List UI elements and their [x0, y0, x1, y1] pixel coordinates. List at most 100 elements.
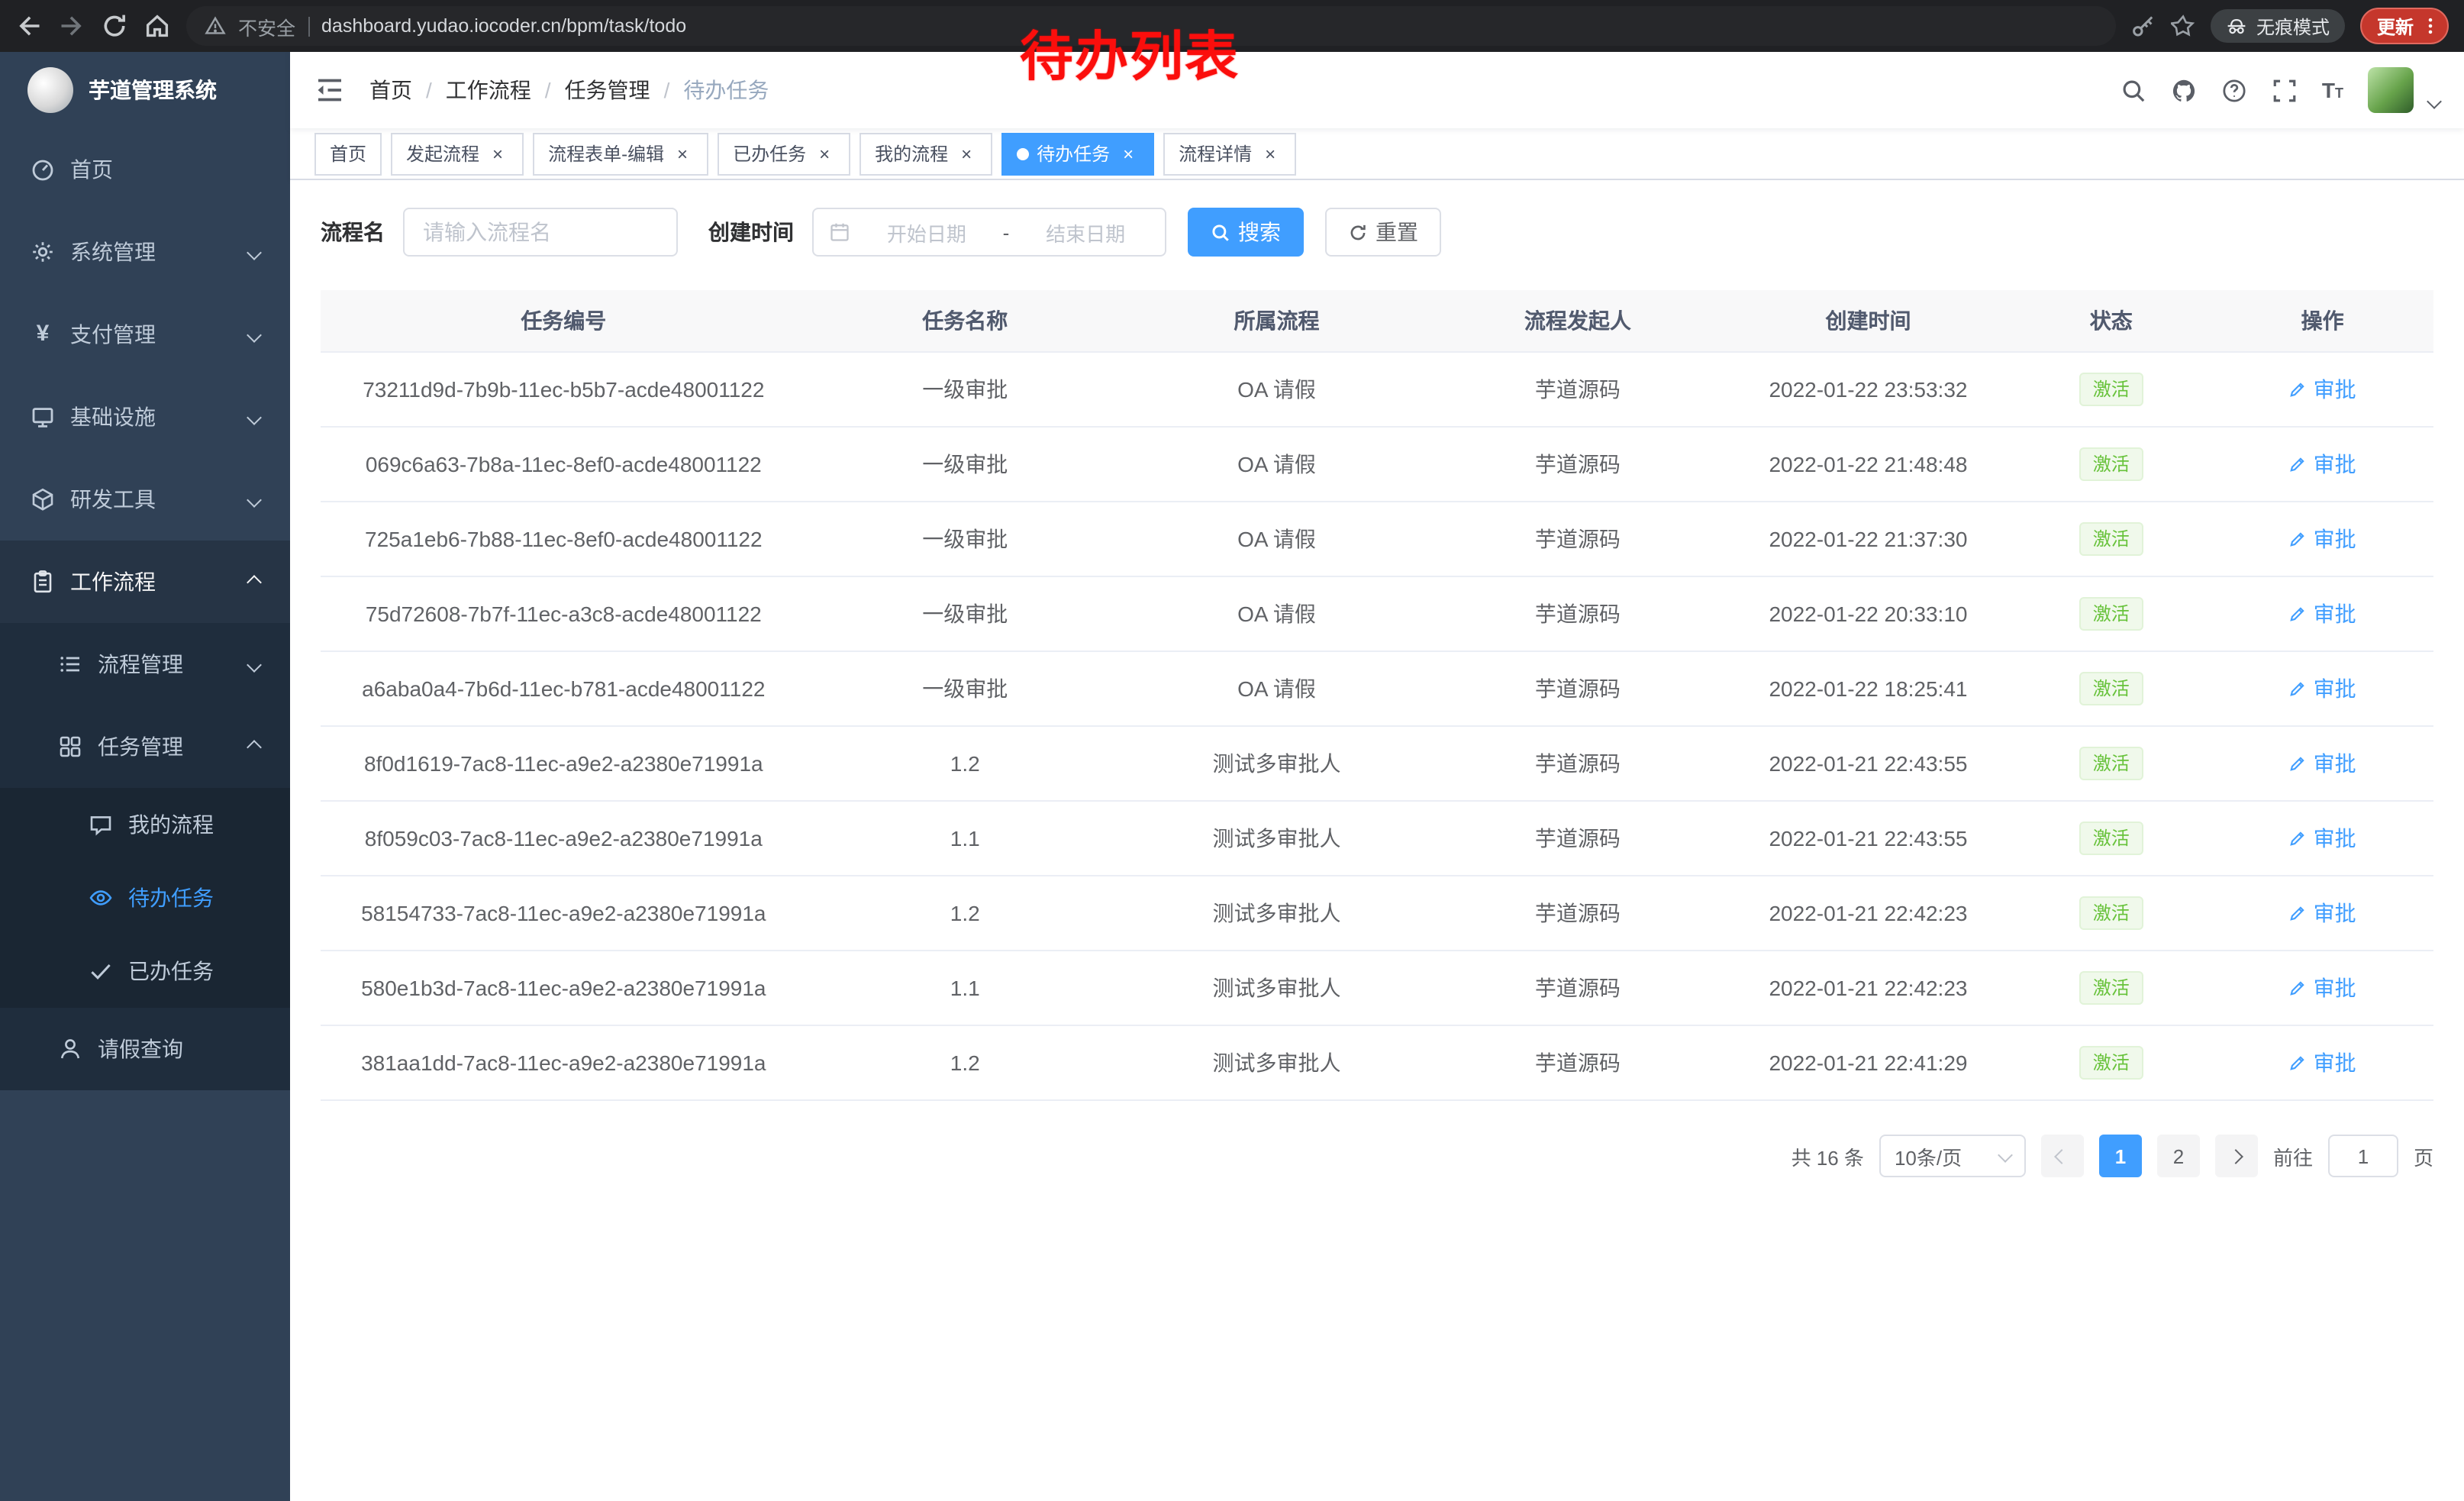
omnibox-divider: [308, 16, 309, 36]
approve-link[interactable]: 审批: [2289, 1047, 2356, 1078]
status-badge: 激活: [2079, 522, 2143, 556]
edit-icon: [2289, 979, 2308, 997]
goto-page-input[interactable]: [2328, 1135, 2398, 1177]
search-button[interactable]: 搜索: [1188, 208, 1304, 257]
table-row: 725a1eb6-7b88-11ec-8ef0-acde48001122 一级审…: [321, 502, 2433, 576]
chevron-down-icon: [247, 244, 262, 260]
collapse-sidebar-icon[interactable]: [314, 75, 345, 105]
app-window: 芋道管理系统 首页 系统管理 ¥ 支付管理: [0, 52, 2464, 1501]
tab-todo-tasks[interactable]: 待办任务 ×: [1001, 132, 1154, 175]
tab-close-icon[interactable]: ×: [1259, 143, 1281, 164]
tab-process-detail[interactable]: 流程详情 ×: [1163, 132, 1296, 175]
search-icon[interactable]: [2121, 77, 2146, 103]
date-range-picker[interactable]: 开始日期 - 结束日期: [812, 208, 1166, 257]
process-name-input[interactable]: [403, 208, 678, 257]
chevron-up-icon: [247, 574, 262, 589]
fullscreen-icon[interactable]: [2272, 77, 2298, 103]
table-row: 580e1b3d-7ac8-11ec-a9e2-a2380e71991a 1.1…: [321, 951, 2433, 1025]
star-icon[interactable]: [2171, 14, 2195, 38]
forward-icon[interactable]: [58, 12, 85, 40]
sidebar-item-system[interactable]: 系统管理: [0, 211, 290, 293]
infrastructure-icon: [31, 405, 55, 429]
tab-process-form-edit[interactable]: 流程表单-编辑 ×: [533, 132, 708, 175]
update-button[interactable]: 更新: [2360, 8, 2449, 44]
search-icon: [1211, 222, 1230, 242]
key-icon[interactable]: [2131, 14, 2156, 38]
page-content: 流程名 创建时间 开始日期 - 结束日期: [290, 180, 2464, 1501]
next-page-button[interactable]: [2215, 1135, 2258, 1177]
sidebar-item-workflow[interactable]: 工作流程: [0, 541, 290, 623]
back-icon[interactable]: [15, 12, 43, 40]
sidebar-item-devtools[interactable]: 研发工具: [0, 458, 290, 541]
sidebar-item-process-management[interactable]: 流程管理: [0, 623, 290, 705]
status-badge: 激活: [2079, 747, 2143, 780]
tab-close-icon[interactable]: ×: [956, 143, 977, 164]
tab-done-tasks[interactable]: 已办任务 ×: [718, 132, 850, 175]
sidebar-item-task-management[interactable]: 任务管理: [0, 705, 290, 788]
approve-link[interactable]: 审批: [2289, 599, 2356, 629]
tab-close-icon[interactable]: ×: [672, 143, 693, 164]
approve-link[interactable]: 审批: [2289, 673, 2356, 704]
calendar-icon: [829, 221, 850, 243]
table-row: 58154733-7ac8-11ec-a9e2-a2380e71991a 1.2…: [321, 876, 2433, 951]
font-size-icon[interactable]: TT: [2322, 79, 2343, 101]
chat-icon: [89, 812, 113, 837]
tab-close-icon[interactable]: ×: [487, 143, 508, 164]
help-icon[interactable]: [2221, 77, 2247, 103]
reset-button[interactable]: 重置: [1325, 208, 1441, 257]
approve-link[interactable]: 审批: [2289, 973, 2356, 1003]
annotation-title: 待办列表: [1020, 14, 1240, 92]
approve-link[interactable]: 审批: [2289, 898, 2356, 928]
status-badge: 激活: [2079, 896, 2143, 930]
sidebar-item-payment[interactable]: ¥ 支付管理: [0, 293, 290, 376]
edit-icon: [2289, 380, 2308, 399]
breadcrumb-task-management[interactable]: 任务管理: [565, 75, 650, 105]
avatar-caret-down-icon[interactable]: [2427, 93, 2442, 108]
table-row: 73211d9d-7b9b-11ec-b5b7-acde48001122 一级审…: [321, 352, 2433, 427]
end-date-placeholder[interactable]: 结束日期: [1021, 218, 1150, 247]
app-logo[interactable]: 芋道管理系统: [0, 52, 290, 128]
list-icon: [58, 652, 82, 676]
start-date-placeholder[interactable]: 开始日期: [863, 218, 991, 247]
tab-home[interactable]: 首页: [314, 132, 382, 175]
approve-link[interactable]: 审批: [2289, 374, 2356, 405]
page-button-1[interactable]: 1: [2099, 1135, 2142, 1177]
page-size-select[interactable]: 10条/页: [1879, 1135, 2026, 1177]
goto-label: 前往: [2273, 1141, 2313, 1170]
tab-close-icon[interactable]: ×: [1118, 143, 1139, 164]
sidebar-item-infrastructure[interactable]: 基础设施: [0, 376, 290, 458]
sidebar-item-done-tasks[interactable]: 已办任务: [0, 934, 290, 1008]
col-starter: 流程发起人: [1430, 290, 1726, 352]
security-label[interactable]: 不安全: [238, 11, 295, 40]
grid-icon: [58, 734, 82, 759]
github-icon[interactable]: [2171, 77, 2197, 103]
approve-link[interactable]: 审批: [2289, 524, 2356, 554]
sidebar-item-my-process[interactable]: 我的流程: [0, 788, 290, 861]
more-vert-icon[interactable]: [2420, 15, 2441, 37]
edit-icon: [2289, 754, 2308, 773]
breadcrumb-home[interactable]: 首页: [369, 75, 412, 105]
sidebar-item-todo-tasks[interactable]: 待办任务: [0, 861, 290, 934]
dashboard-icon: [31, 157, 55, 182]
approve-link[interactable]: 审批: [2289, 449, 2356, 479]
prev-page-button[interactable]: [2041, 1135, 2084, 1177]
breadcrumb-workflow[interactable]: 工作流程: [446, 75, 531, 105]
reload-icon[interactable]: [101, 12, 128, 40]
chevron-down-icon: [247, 409, 262, 424]
home-icon[interactable]: [144, 12, 171, 40]
yen-icon: ¥: [31, 322, 55, 347]
approve-link[interactable]: 审批: [2289, 748, 2356, 779]
tab-my-process[interactable]: 我的流程 ×: [859, 132, 992, 175]
url-text[interactable]: dashboard.yudao.iocoder.cn/bpm/task/todo: [321, 15, 686, 37]
sidebar-item-leave-query[interactable]: 请假查询: [0, 1008, 290, 1090]
approve-link[interactable]: 审批: [2289, 823, 2356, 854]
page-button-2[interactable]: 2: [2157, 1135, 2200, 1177]
top-navbar: 首页 / 工作流程 / 任务管理 / 待办任务: [290, 52, 2464, 128]
chevron-right-icon: [2229, 1148, 2244, 1164]
toolbox-icon: [31, 487, 55, 512]
gear-icon: [31, 240, 55, 264]
user-avatar[interactable]: [2368, 67, 2414, 113]
tab-close-icon[interactable]: ×: [814, 143, 835, 164]
sidebar-item-home[interactable]: 首页: [0, 128, 290, 211]
tab-start-process[interactable]: 发起流程 ×: [391, 132, 524, 175]
